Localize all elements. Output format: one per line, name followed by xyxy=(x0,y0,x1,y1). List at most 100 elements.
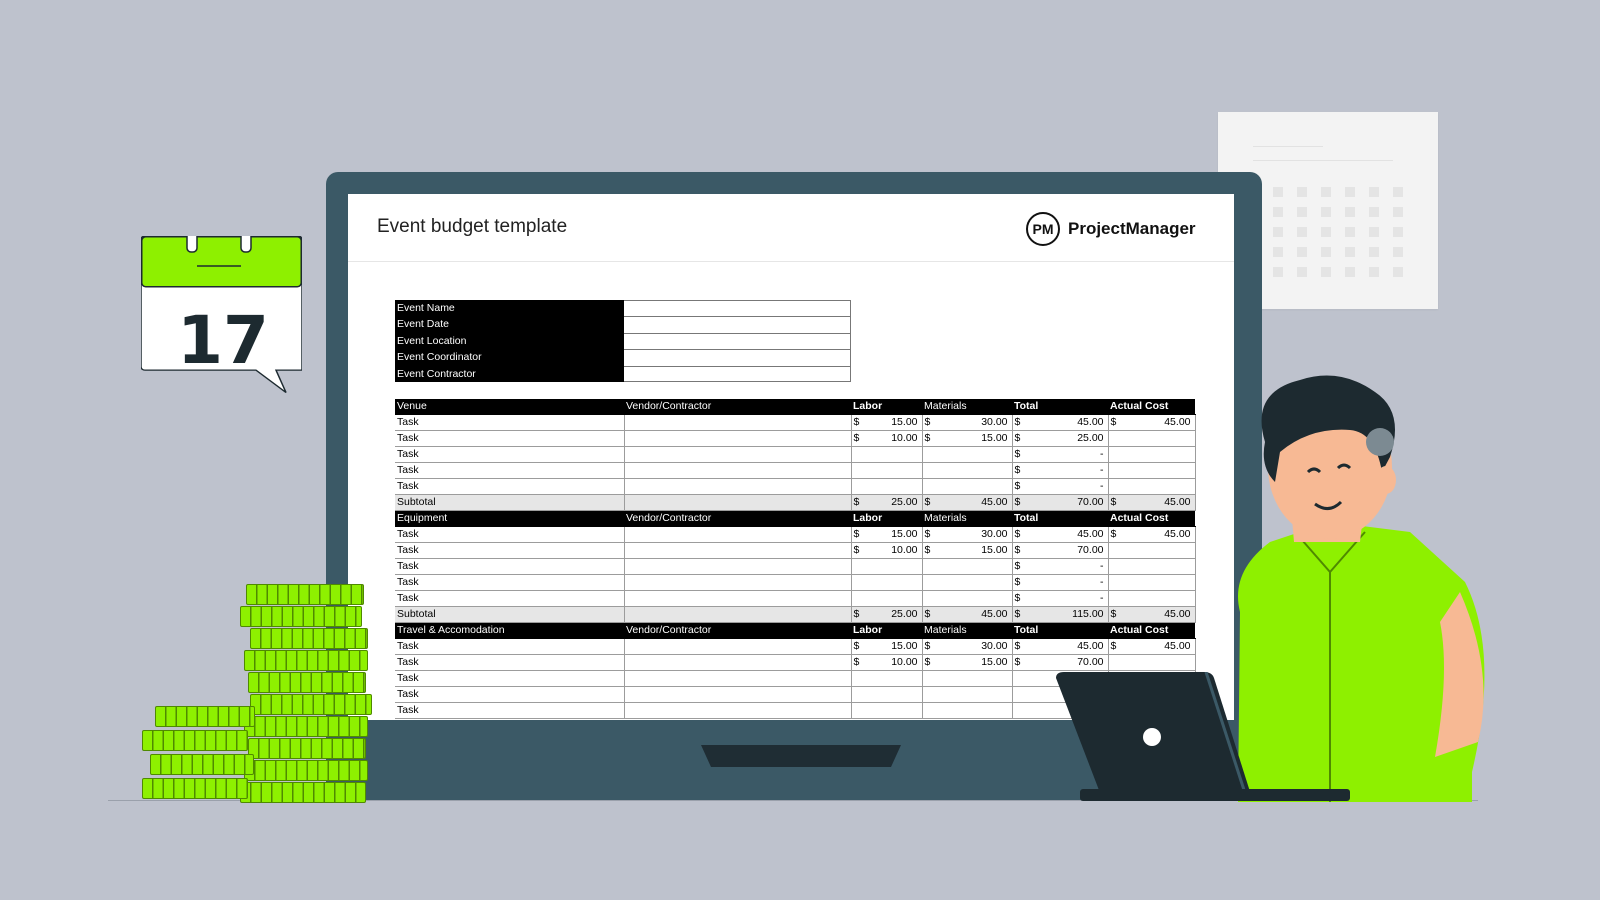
projectmanager-logo[interactable]: PM ProjectManager xyxy=(1026,212,1196,246)
actual-cost-cell[interactable] xyxy=(1108,558,1196,575)
total-cell[interactable]: $45.00 xyxy=(1012,638,1109,655)
materials-cell[interactable] xyxy=(922,590,1013,607)
card-dot xyxy=(1321,247,1331,257)
labor-cell[interactable] xyxy=(851,478,923,495)
task-cell[interactable]: Task xyxy=(395,542,625,559)
info-value-field[interactable] xyxy=(624,365,851,382)
materials-cell[interactable]: $45.00 xyxy=(922,494,1013,511)
total-cell[interactable]: $45.00 xyxy=(1012,526,1109,543)
materials-cell[interactable] xyxy=(922,686,1013,703)
labor-cell[interactable]: $25.00 xyxy=(851,606,923,623)
materials-cell[interactable]: $45.00 xyxy=(922,606,1013,623)
vendor-cell[interactable] xyxy=(624,702,852,719)
total-cell[interactable]: $ - xyxy=(1012,462,1109,479)
labor-cell[interactable] xyxy=(851,686,923,703)
labor-cell[interactable]: $25.00 xyxy=(851,494,923,511)
info-value-field[interactable] xyxy=(624,349,851,366)
actual-cost-cell[interactable]: $45.00 xyxy=(1108,526,1196,543)
materials-cell[interactable]: $30.00 xyxy=(922,638,1013,655)
materials-cell[interactable] xyxy=(922,670,1013,687)
labor-cell[interactable] xyxy=(851,590,923,607)
vendor-cell[interactable] xyxy=(624,670,852,687)
labor-cell[interactable]: $15.00 xyxy=(851,526,923,543)
vendor-cell[interactable] xyxy=(624,430,852,447)
task-cell[interactable]: Task xyxy=(395,430,625,447)
vendor-cell[interactable] xyxy=(624,462,852,479)
task-cell[interactable]: Task xyxy=(395,574,625,591)
total-cell[interactable]: $ - xyxy=(1012,574,1109,591)
info-value-field[interactable] xyxy=(624,316,851,333)
labor-cell[interactable] xyxy=(851,446,923,463)
actual-cost-cell[interactable] xyxy=(1108,542,1196,559)
task-cell[interactable]: Task xyxy=(395,414,625,431)
task-cell[interactable]: Task xyxy=(395,638,625,655)
labor-cell[interactable] xyxy=(851,670,923,687)
labor-cell[interactable] xyxy=(851,462,923,479)
materials-cell[interactable] xyxy=(922,478,1013,495)
vendor-cell[interactable] xyxy=(624,446,852,463)
vendor-cell[interactable] xyxy=(624,638,852,655)
vendor-cell[interactable] xyxy=(624,542,852,559)
task-cell[interactable]: Task xyxy=(395,702,625,719)
vendor-cell[interactable] xyxy=(624,478,852,495)
total-cell[interactable]: $ - xyxy=(1012,558,1109,575)
labor-cell[interactable] xyxy=(851,574,923,591)
task-cell[interactable]: Task xyxy=(395,446,625,463)
materials-cell[interactable] xyxy=(922,574,1013,591)
labor-cell[interactable]: $10.00 xyxy=(851,430,923,447)
task-cell[interactable]: Task xyxy=(395,590,625,607)
total-cell[interactable]: $70.00 xyxy=(1012,542,1109,559)
vendor-cell[interactable] xyxy=(624,654,852,671)
labor-cell[interactable] xyxy=(851,558,923,575)
total-cell[interactable]: $ - xyxy=(1012,446,1109,463)
total-cell[interactable]: $25.00 xyxy=(1012,430,1109,447)
labor-cell[interactable] xyxy=(851,702,923,719)
actual-cost-cell[interactable]: $45.00 xyxy=(1108,494,1196,511)
materials-cell[interactable]: $30.00 xyxy=(922,414,1013,431)
actual-cost-cell[interactable]: $45.00 xyxy=(1108,638,1196,655)
task-cell[interactable]: Task xyxy=(395,526,625,543)
task-cell[interactable]: Task xyxy=(395,462,625,479)
total-cell[interactable]: $45.00 xyxy=(1012,414,1109,431)
materials-cell[interactable] xyxy=(922,558,1013,575)
actual-cost-cell[interactable]: $45.00 xyxy=(1108,414,1196,431)
labor-cell[interactable]: $15.00 xyxy=(851,638,923,655)
materials-cell[interactable]: $15.00 xyxy=(922,542,1013,559)
task-cell[interactable]: Task xyxy=(395,558,625,575)
total-cell[interactable]: $ - xyxy=(1012,590,1109,607)
total-cell[interactable]: $ - xyxy=(1012,478,1109,495)
labor-cell[interactable]: $10.00 xyxy=(851,654,923,671)
materials-cell[interactable]: $30.00 xyxy=(922,526,1013,543)
subtotal-row: Subtotal $25.00 $45.00 $70.00 $45.00 xyxy=(395,494,1196,511)
task-cell[interactable]: Task xyxy=(395,670,625,687)
vendor-cell[interactable] xyxy=(624,414,852,431)
actual-cost-cell[interactable] xyxy=(1108,446,1196,463)
vendor-cell[interactable] xyxy=(624,590,852,607)
actual-cost-cell[interactable] xyxy=(1108,590,1196,607)
info-value-field[interactable] xyxy=(624,300,851,317)
vendor-cell[interactable] xyxy=(624,558,852,575)
total-cell[interactable]: $70.00 xyxy=(1012,654,1109,671)
task-cell[interactable]: Task xyxy=(395,654,625,671)
task-cell[interactable]: Task xyxy=(395,478,625,495)
actual-cost-cell[interactable] xyxy=(1108,430,1196,447)
labor-cell[interactable]: $10.00 xyxy=(851,542,923,559)
materials-cell[interactable]: $15.00 xyxy=(922,654,1013,671)
vendor-cell[interactable] xyxy=(624,526,852,543)
total-cell[interactable]: $70.00 xyxy=(1012,494,1109,511)
labor-cell[interactable]: $15.00 xyxy=(851,414,923,431)
vendor-cell[interactable] xyxy=(624,574,852,591)
total-cell[interactable]: $115.00 xyxy=(1012,606,1109,623)
info-value-field[interactable] xyxy=(624,332,851,350)
task-cell[interactable]: Task xyxy=(395,686,625,703)
materials-cell[interactable] xyxy=(922,702,1013,719)
materials-cell[interactable] xyxy=(922,446,1013,463)
actual-cost-cell[interactable] xyxy=(1108,574,1196,591)
actual-cost-cell[interactable]: $45.00 xyxy=(1108,606,1196,623)
materials-cell[interactable] xyxy=(922,462,1013,479)
actual-cost-cell[interactable] xyxy=(1108,462,1196,479)
vendor-cell[interactable] xyxy=(624,686,852,703)
materials-cell[interactable]: $15.00 xyxy=(922,430,1013,447)
actual-cost-cell[interactable] xyxy=(1108,478,1196,495)
actual-cost-cell[interactable] xyxy=(1108,654,1196,671)
